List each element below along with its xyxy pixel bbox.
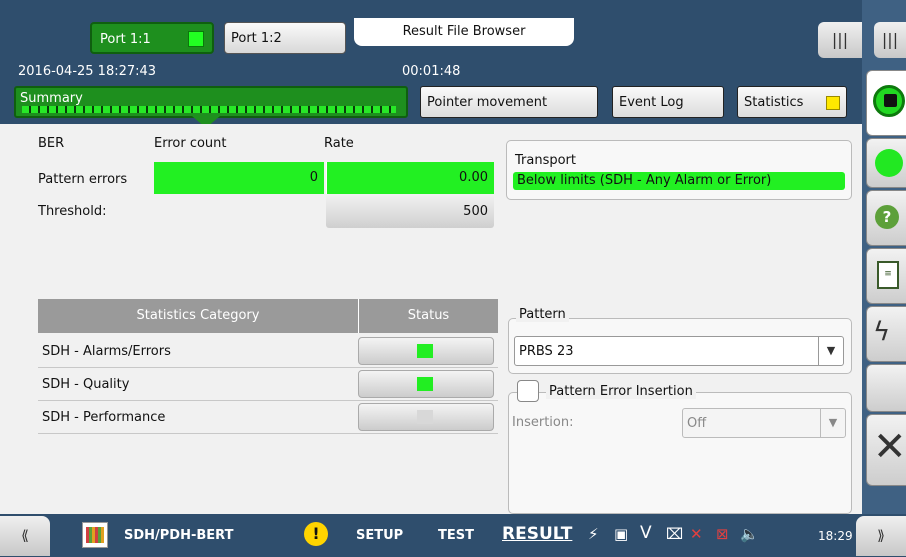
stop-icon [873, 85, 905, 117]
threshold-value-button[interactable]: 500 [326, 196, 494, 228]
error-count-header: Error count [154, 136, 227, 151]
test-datetime: 2016-04-25 18:27:43 [18, 64, 157, 79]
v-icon: V [640, 523, 652, 543]
app-name: SDH/PDH-BERT [124, 528, 234, 543]
pattern-selected-value: PRBS 23 [519, 344, 574, 359]
tab-statistics[interactable]: Statistics [737, 86, 847, 118]
category-name: SDH - Alarms/Errors [42, 344, 171, 359]
help-button[interactable]: ? [866, 190, 906, 246]
nav-right-button[interactable]: ⟫ [856, 516, 906, 556]
tab-pointer-movement[interactable]: Pointer movement [420, 86, 598, 118]
transport-status-box: Transport Below limits (SDH - Any Alarm … [506, 140, 852, 200]
status-button[interactable] [358, 337, 494, 365]
tab-event-log-label: Event Log [619, 95, 684, 110]
ber-title: BER [38, 136, 65, 151]
result-tab[interactable]: RESULT [502, 524, 572, 544]
app-icon [82, 522, 108, 548]
port-1-1-button[interactable]: Port 1:1 [90, 22, 214, 54]
rate-header: Rate [324, 136, 354, 151]
result-file-browser-button[interactable]: Result File Browser [354, 18, 574, 46]
chevron-down-icon: ▼ [820, 409, 845, 437]
start-stop-button[interactable] [866, 70, 906, 136]
status-led [417, 377, 433, 391]
setup-tab[interactable]: SETUP [356, 528, 403, 543]
help-icon: ? [875, 205, 899, 229]
tab-summary[interactable]: Summary [14, 86, 408, 118]
inject-button[interactable]: ϟ [866, 306, 906, 362]
side-blank-button[interactable] [866, 364, 906, 412]
volume-icon[interactable]: 🔈 [740, 525, 759, 543]
insertion-selected-value: Off [687, 416, 707, 431]
tab-event-log[interactable]: Event Log [612, 86, 724, 118]
terminal-icon: ⌧ [666, 525, 684, 543]
chevron-down-icon: ▼ [818, 337, 843, 365]
global-status-button[interactable] [866, 138, 906, 188]
status-button[interactable] [358, 370, 494, 398]
port-1-1-status-led [188, 31, 204, 47]
pattern-group-label: Pattern [516, 307, 569, 322]
warning-icon[interactable]: ! [304, 522, 328, 546]
bottom-bar: ⟪ SDH/PDH-BERT ! SETUP TEST RESULT ⚡ ▣ V… [0, 514, 906, 557]
transport-status: Below limits (SDH - Any Alarm or Error) [513, 172, 845, 190]
table-row: SDH - Quality [38, 368, 498, 401]
power-plug-icon: ⚡ [588, 525, 599, 543]
screen-icon: ▣ [614, 525, 629, 543]
status-header: Status [358, 299, 498, 333]
category-name: SDH - Quality [42, 377, 130, 392]
insertion-select[interactable]: Off ▼ [682, 408, 846, 438]
report-icon: ≡ [877, 261, 899, 289]
insertion-label: Insertion: [512, 415, 574, 430]
satellite-icon: ✕ [690, 525, 703, 543]
system-clock: 18:29 [818, 529, 853, 543]
test-tab[interactable]: TEST [438, 528, 474, 543]
pattern-error-insertion-checkbox[interactable] [517, 380, 539, 402]
lightning-icon: ϟ [873, 317, 891, 347]
exit-button[interactable]: ✕ [866, 414, 906, 486]
side-menu-icon[interactable]: ||| [874, 22, 906, 58]
tab-summary-label: Summary [20, 91, 83, 106]
threshold-label: Threshold: [38, 204, 107, 219]
statistics-table-header: Statistics Category Status [38, 299, 498, 333]
pattern-errors-count: 0 [154, 162, 324, 194]
pattern-errors-rate: 0.00 [326, 162, 494, 194]
statistics-category-header: Statistics Category [136, 308, 260, 323]
port-1-2-button[interactable]: Port 1:2 [224, 22, 346, 54]
status-led [417, 344, 433, 358]
report-button[interactable]: ≡ [866, 248, 906, 304]
table-row: SDH - Performance [38, 401, 498, 434]
elapsed-timer: 00:01:48 [402, 64, 461, 79]
pattern-error-insertion-label: Pattern Error Insertion [546, 384, 696, 399]
transport-title: Transport [515, 153, 577, 168]
tab-statistics-label: Statistics [744, 95, 804, 110]
nav-left-button[interactable]: ⟪ [0, 516, 50, 556]
statistics-status-led [826, 96, 840, 110]
category-name: SDH - Performance [42, 410, 166, 425]
status-led-icon [875, 149, 903, 177]
header-menu-icon[interactable]: ||| [818, 22, 862, 58]
table-row: SDH - Alarms/Errors [38, 335, 498, 368]
network-icon: ⊠ [716, 525, 729, 543]
port-1-2-label: Port 1:2 [231, 31, 282, 46]
tab-pointer-movement-label: Pointer movement [427, 95, 548, 110]
summary-activity-bar [22, 106, 396, 113]
close-icon: ✕ [873, 424, 906, 470]
status-led [417, 410, 433, 424]
pattern-errors-label: Pattern errors [38, 172, 128, 187]
status-button[interactable] [358, 403, 494, 431]
pattern-select[interactable]: PRBS 23 ▼ [514, 336, 844, 366]
port-1-1-label: Port 1:1 [100, 32, 151, 47]
